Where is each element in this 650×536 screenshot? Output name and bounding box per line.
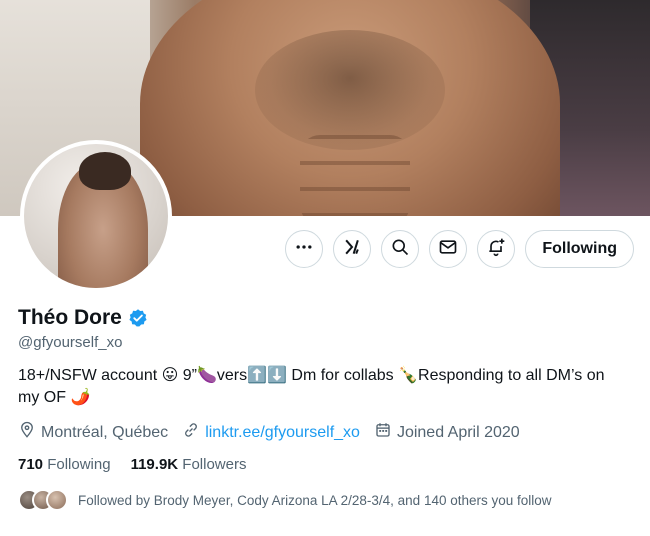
profile-actions: Following [285,230,634,268]
verified-badge-icon[interactable] [128,308,148,328]
search-icon [390,237,410,262]
followed-by-text: Followed by Brody Meyer, Cody Arizona LA… [78,492,552,508]
user-handle: @gfyourself_xo [18,334,123,351]
calendar-icon [374,421,392,444]
profile-info: Théo Dore @gfyourself_xo 18+/NSFW accoun… [18,306,638,511]
following-stat[interactable]: 710 Following [18,456,111,473]
following-button[interactable]: Following [525,230,634,268]
profile-avatar[interactable] [20,140,172,292]
name-row: Théo Dore [18,306,638,330]
banner-photo-detail-lower [300,135,410,216]
message-button[interactable] [429,230,468,268]
following-count: 710 [18,456,44,473]
followed-by-avatars [18,489,68,511]
followers-label: Followers [182,456,247,473]
avatar [46,489,68,511]
notification-bell-icon [486,237,506,262]
more-icon [294,237,314,262]
search-button[interactable] [381,230,420,268]
more-button[interactable] [285,230,324,268]
banner-photo-detail [255,30,445,150]
followed-by-row[interactable]: Followed by Brody Meyer, Cody Arizona LA… [18,489,638,511]
location-item: Montréal, Québec [18,421,168,444]
grok-button[interactable] [333,230,372,268]
notify-button[interactable] [477,230,516,268]
followers-stat[interactable]: 119.9K Followers [131,456,247,473]
website-link[interactable]: linktr.ee/gfyourself_xo [205,424,360,442]
profile-bio: 18+/NSFW account 😛 9”🍆vers⬆️⬇️ Dm for co… [18,367,605,406]
avatar-hair [79,152,131,190]
location-pin-icon [18,421,36,444]
followers-count: 119.9K [130,456,179,473]
website-item: linktr.ee/gfyourself_xo [182,421,360,444]
joined-item: Joined April 2020 [374,421,520,444]
location-text: Montréal, Québec [41,423,169,441]
following-label: Following [47,456,111,473]
display-name: Théo Dore [18,306,122,329]
grok-icon [342,237,362,262]
message-icon [438,237,458,262]
joined-text: Joined April 2020 [396,423,520,441]
link-icon [182,421,200,444]
profile-stats: 710 Following 119.9K Followers [18,456,638,473]
profile-meta: Montréal, Québec linktr.ee/gfyourself_xo… [18,421,638,444]
